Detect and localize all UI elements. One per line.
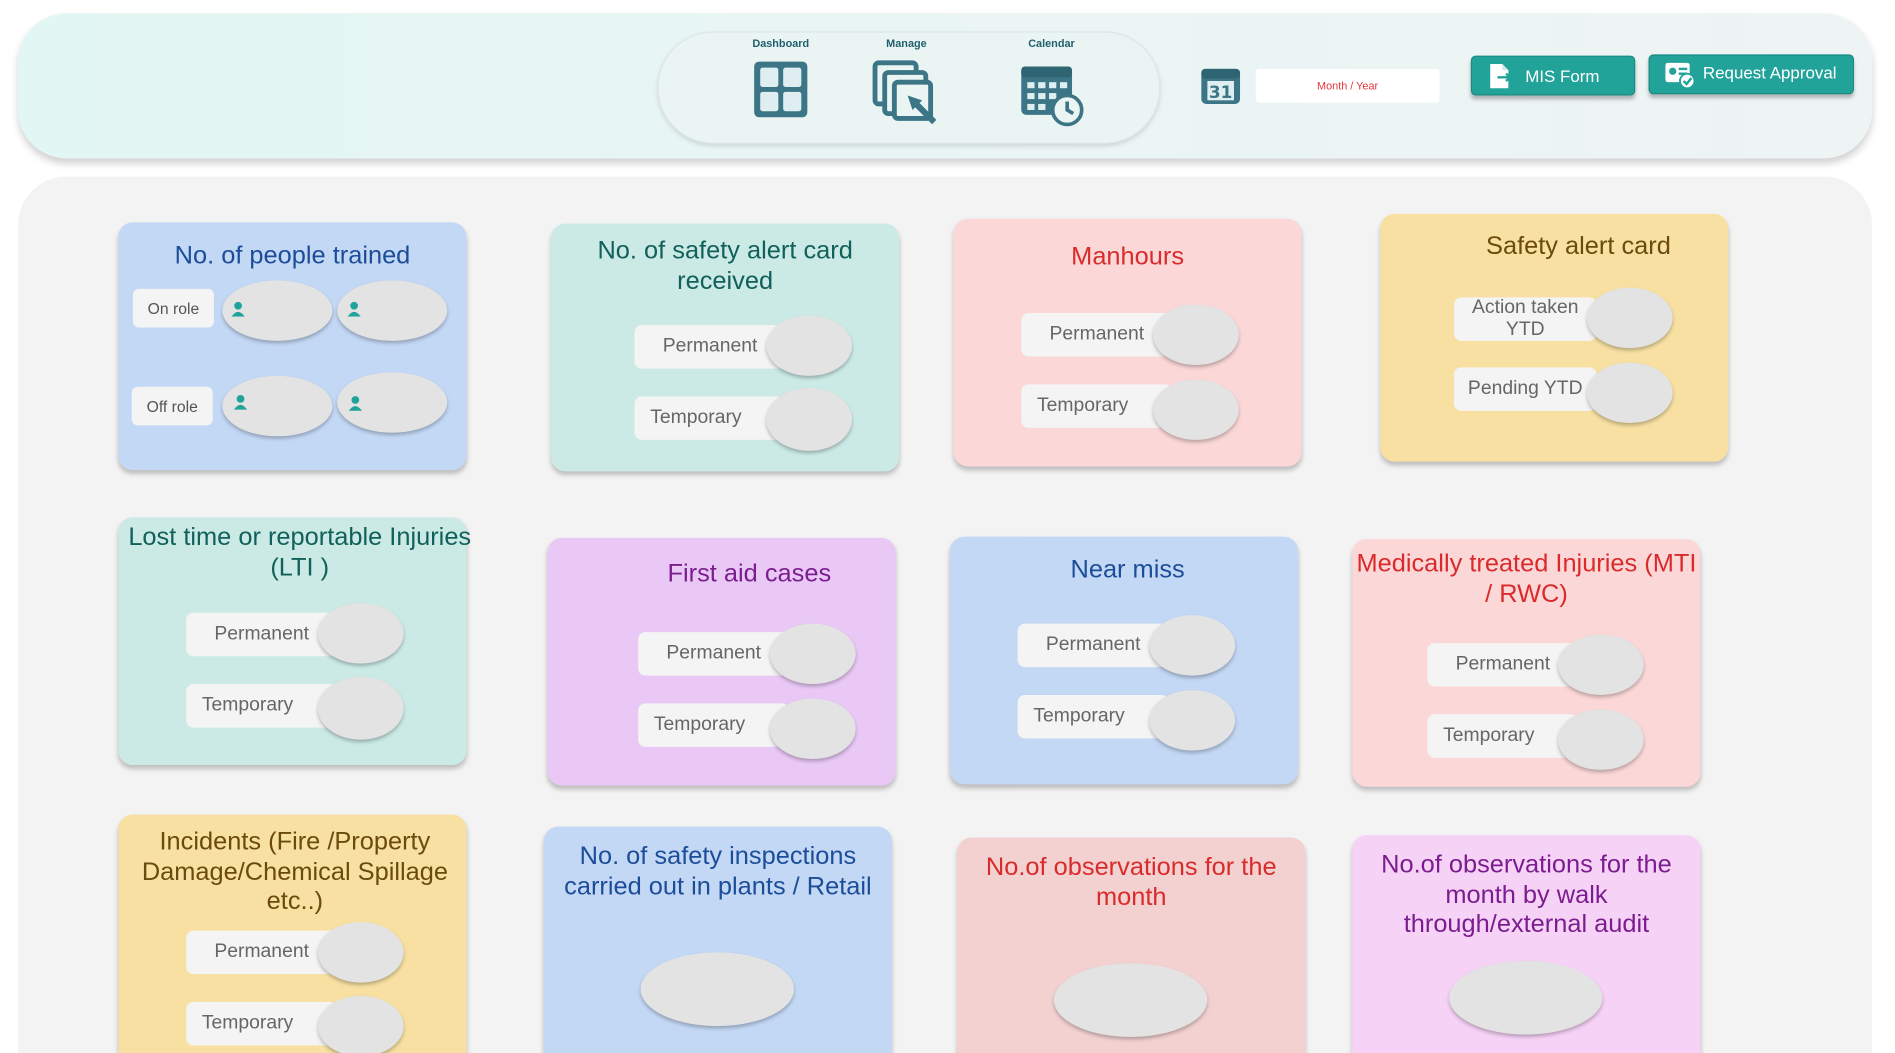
card-safety-alert-received: No. of safety alert card received Perman… <box>551 223 900 472</box>
card-manhours: Manhours Permanent Temporary <box>953 218 1302 467</box>
card-observations-walk: No.of observations for the month by walk… <box>1352 835 1701 1053</box>
inspections-value[interactable] <box>640 952 795 1027</box>
form-icon <box>1490 63 1513 88</box>
nav-manage-label: Manage <box>886 37 927 50</box>
card-incidents: Incidents (Fire /Property Damage/Chemica… <box>118 814 467 1053</box>
dashboard-grid-icon <box>726 59 835 119</box>
request-approval-button[interactable]: Request Approval <box>1648 54 1854 95</box>
permanent-value[interactable] <box>1153 304 1239 365</box>
calendar-clock-icon <box>997 59 1106 127</box>
on-role-label: On role <box>132 288 214 328</box>
nav-dashboard[interactable]: Dashboard <box>726 37 835 119</box>
card-title: No. of safety inspections carried out in… <box>564 842 872 900</box>
permanent-label: Permanent <box>1017 623 1169 668</box>
permanent-label: Permanent <box>1021 313 1173 357</box>
card-title: Near miss <box>1070 555 1185 584</box>
card-mti: Medically treated Injuries (MTI / RWC) P… <box>1352 539 1701 787</box>
temporary-value[interactable] <box>1153 379 1239 440</box>
card-lti: Lost time or reportable Injuries (LTI ) … <box>118 517 471 766</box>
card-first-aid: First aid cases Permanent Temporary <box>547 537 896 786</box>
permanent-value[interactable] <box>317 922 404 983</box>
card-inspections: No. of safety inspections carried out in… <box>543 826 892 1053</box>
nav-dashboard-label: Dashboard <box>752 37 810 50</box>
card-title: Incidents (Fire /Property Damage/Chemica… <box>141 827 448 915</box>
temporary-value[interactable] <box>317 676 404 740</box>
temporary-label: Temporary <box>1427 714 1579 758</box>
card-title: No.of observations for the month by walk… <box>1381 850 1672 938</box>
temporary-label: Temporary <box>634 396 786 440</box>
permanent-label: Permanent <box>634 325 786 369</box>
temporary-value[interactable] <box>1149 690 1236 751</box>
person-icon <box>231 301 245 317</box>
temporary-value[interactable] <box>769 698 856 760</box>
request-approval-label: Request Approval <box>1702 62 1837 82</box>
card-title: No. of people trained <box>174 241 411 270</box>
permanent-value[interactable] <box>1557 634 1644 695</box>
mis-form-button[interactable]: MIS Form <box>1470 55 1636 96</box>
nav-manage[interactable]: Manage <box>852 37 961 129</box>
permanent-value[interactable] <box>766 315 853 376</box>
permanent-label: Permanent <box>186 612 338 657</box>
month-year-input[interactable]: Month / Year <box>1255 68 1440 103</box>
temporary-label: Temporary <box>1021 384 1173 428</box>
card-observations: No.of observations for the month <box>957 837 1306 1053</box>
manage-copy-icon <box>852 59 961 129</box>
temporary-label: Temporary <box>1017 694 1169 739</box>
nav-calendar[interactable]: Calendar <box>997 37 1106 127</box>
card-near-miss: Near miss Permanent Temporary <box>949 536 1299 785</box>
card-safety-alert: Safety alert card Action taken YTD Pendi… <box>1380 213 1729 462</box>
action-taken-value[interactable] <box>1586 287 1673 349</box>
person-icon <box>233 394 248 410</box>
temporary-label: Temporary <box>186 684 338 728</box>
calendar-day: 31 <box>1209 82 1233 102</box>
mis-form-label: MIS Form <box>1525 65 1600 86</box>
observations-walk-value[interactable] <box>1449 960 1603 1035</box>
permanent-label: Permanent <box>1427 642 1579 687</box>
card-title: Lost time or reportable Injuries (LTI ) <box>128 523 472 581</box>
temporary-value[interactable] <box>766 387 853 451</box>
temporary-label: Temporary <box>186 1001 338 1046</box>
permanent-value[interactable] <box>1149 615 1236 676</box>
action-taken-label: Action taken YTD <box>1453 297 1597 341</box>
card-title: First aid cases <box>667 559 832 588</box>
permanent-label: Permanent <box>638 632 790 676</box>
approval-icon <box>1665 62 1696 89</box>
permanent-label: Permanent <box>186 930 338 975</box>
person-icon <box>348 396 362 411</box>
person-icon <box>347 301 361 317</box>
permanent-value[interactable] <box>317 603 404 664</box>
pending-value[interactable] <box>1586 362 1673 424</box>
observations-value[interactable] <box>1053 963 1208 1037</box>
calendar-31-icon[interactable]: 31 <box>1199 65 1243 111</box>
card-people-trained: No. of people trained On role Off role <box>118 222 467 471</box>
temporary-value[interactable] <box>1557 709 1644 770</box>
card-title: No.of observations for the month <box>985 853 1277 911</box>
card-title: Medically treated Injuries (MTI / RWC) <box>1356 549 1697 608</box>
pending-label: Pending YTD <box>1453 367 1597 411</box>
temporary-label: Temporary <box>638 703 790 747</box>
off-role-label: Off role <box>131 386 213 426</box>
card-title: Safety alert card <box>1486 232 1671 260</box>
card-title: No. of safety alert card received <box>597 236 853 295</box>
card-title: Manhours <box>1071 242 1185 271</box>
nav-calendar-label: Calendar <box>1028 37 1075 50</box>
permanent-value[interactable] <box>769 623 856 685</box>
temporary-value[interactable] <box>317 995 404 1053</box>
